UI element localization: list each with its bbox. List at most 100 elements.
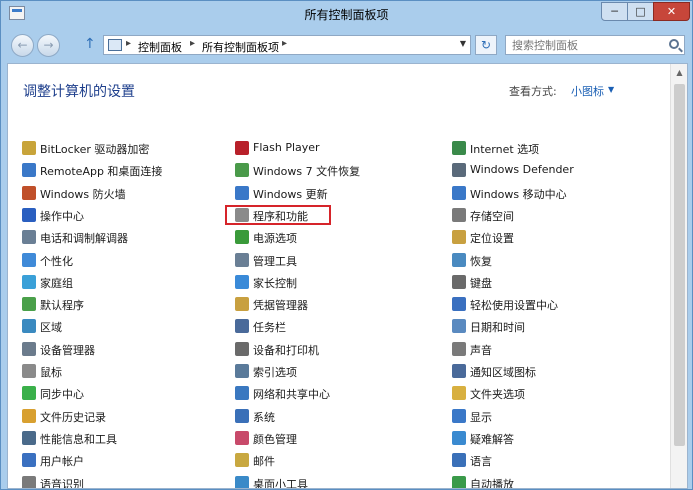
breadcrumb-control-panel[interactable]: 控制面板 (138, 39, 182, 55)
admin-tools-icon (235, 252, 249, 267)
control-panel-item-label: 存储空间 (470, 209, 514, 223)
control-panel-item-label: 显示 (470, 410, 492, 424)
control-panel-item-label: 声音 (470, 343, 492, 357)
control-panel-item-label: RemoteApp 和桌面连接 (40, 165, 163, 179)
search-icon[interactable] (669, 39, 679, 49)
control-panel-item-label: 日期和时间 (470, 321, 525, 335)
search-box[interactable] (505, 35, 685, 55)
flash-player-icon (235, 141, 249, 155)
troubleshooting-icon (452, 430, 466, 445)
title-bar[interactable]: 所有控制面板项 ─ □ ✕ (1, 1, 692, 27)
control-panel-item-label: 语言 (470, 455, 492, 469)
scroll-up-icon[interactable]: ▲ (671, 64, 687, 82)
device-manager-icon (22, 341, 36, 356)
power-options-icon (235, 230, 249, 245)
chevron-down-icon[interactable]: ▼ (608, 85, 614, 94)
address-dropdown-icon[interactable]: ▼ (460, 39, 466, 48)
personalization-icon (22, 252, 36, 267)
window-title: 所有控制面板项 (304, 8, 389, 22)
control-panel-item-label: 凭据管理器 (253, 299, 308, 313)
speech-recognition-icon (22, 475, 36, 488)
back-button[interactable]: ← (11, 34, 34, 57)
firewall-icon (22, 185, 36, 200)
devices-printers-icon (235, 341, 249, 356)
search-input[interactable] (512, 38, 662, 52)
vertical-scrollbar[interactable]: ▲ (670, 64, 687, 488)
control-panel-item-label: Windows Defender (470, 163, 574, 177)
control-panel-item-label: 管理工具 (253, 254, 297, 268)
parental-controls-icon (235, 274, 249, 289)
control-panel-item-label: 鼠标 (40, 366, 62, 379)
control-panel-item-label: 个性化 (40, 254, 73, 268)
user-accounts-icon (22, 453, 36, 468)
control-panel-window: 所有控制面板项 ─ □ ✕ ← → ↑ ▸ 控制面板 ▸ 所有控制面板项 ▸ ▼… (0, 0, 693, 490)
control-panel-item-label: 自动播放 (470, 477, 514, 489)
control-panel-item-label: 键盘 (470, 276, 492, 290)
credential-manager-icon (235, 297, 249, 312)
display-icon (452, 408, 466, 423)
maximize-button[interactable]: □ (627, 2, 654, 21)
breadcrumb-separator-icon[interactable]: ▸ (126, 38, 131, 49)
color-management-icon (235, 430, 249, 445)
control-panel-item-label: 通知区域图标 (470, 366, 536, 379)
view-by-label: 查看方式: (509, 85, 557, 98)
region-icon (22, 319, 36, 334)
control-panel-item-label: 同步中心 (40, 388, 84, 402)
control-panel-item-label: 任务栏 (253, 321, 286, 335)
control-panel-item-label: 颜色管理 (253, 432, 297, 446)
control-panel-item-label: Windows 7 文件恢复 (253, 165, 361, 179)
control-panel-item-label: 文件夹选项 (470, 388, 525, 402)
control-panel-item-label: 系统 (253, 410, 275, 424)
remoteapp-icon (22, 163, 36, 178)
autoplay-icon (452, 475, 466, 488)
control-panel-item-label: 恢复 (470, 254, 492, 268)
refresh-button[interactable]: ↻ (475, 35, 497, 55)
control-panel-item-label: 轻松使用设置中心 (470, 299, 558, 313)
language-icon (452, 453, 466, 468)
file-history-icon (22, 408, 36, 423)
address-bar[interactable]: ▸ 控制面板 ▸ 所有控制面板项 ▸ ▼ (103, 35, 471, 55)
close-button[interactable]: ✕ (653, 2, 690, 21)
homegroup-icon (22, 274, 36, 289)
control-panel-item-label: 电源选项 (253, 232, 297, 246)
bitlocker-icon (22, 141, 36, 155)
control-panel-item-label: Windows 移动中心 (470, 187, 567, 201)
control-panel-item-label: Internet 选项 (470, 143, 540, 156)
mobility-center-icon (452, 185, 466, 200)
control-panel-item-label: Windows 更新 (253, 187, 328, 201)
control-panel-item-label: 设备管理器 (40, 343, 95, 357)
breadcrumb-all-items[interactable]: 所有控制面板项 (202, 39, 279, 55)
breadcrumb-separator-icon[interactable]: ▸ (190, 38, 195, 49)
control-panel-item-label: 用户帐户 (40, 455, 84, 469)
navigation-bar: ← → ↑ ▸ 控制面板 ▸ 所有控制面板项 ▸ ▼ ↻ (1, 29, 692, 61)
page-heading: 调整计算机的设置 (23, 84, 135, 100)
desktop-gadgets-icon (235, 475, 249, 488)
control-panel-item-label: 电话和调制解调器 (40, 232, 128, 246)
control-panel-item-label: 性能信息和工具 (40, 432, 117, 446)
mouse-icon (22, 364, 36, 378)
scroll-thumb[interactable] (674, 84, 685, 446)
breadcrumb-separator-icon[interactable]: ▸ (282, 38, 287, 49)
control-panel-item-label: 桌面小工具 (253, 477, 308, 489)
control-panel-item-label: 疑难解答 (470, 432, 514, 446)
windows-update-icon (235, 185, 249, 200)
control-panel-item-label: Windows 防火墙 (40, 187, 126, 201)
windows-defender-icon (452, 163, 466, 178)
system-icon (235, 408, 249, 423)
control-panel-item-label: BitLocker 驱动器加密 (40, 143, 150, 156)
programs-features-highlight-box (225, 205, 331, 225)
storage-spaces-icon (452, 207, 466, 222)
notification-area-icon (452, 364, 466, 378)
control-panel-item-label: 语音识别 (40, 477, 84, 489)
control-panel-item-label: 家庭组 (40, 276, 73, 290)
minimize-button[interactable]: ─ (601, 2, 628, 21)
control-panel-item-label: 家长控制 (253, 276, 297, 290)
location-settings-icon (452, 230, 466, 245)
ease-of-access-icon (452, 297, 466, 312)
control-panel-item-label: 文件历史记录 (40, 410, 106, 424)
control-panel-item-label: 索引选项 (253, 366, 297, 379)
forward-button[interactable]: → (37, 34, 60, 57)
control-panel-item-label: Flash Player (253, 141, 320, 154)
view-by-dropdown[interactable]: 小图标 (571, 83, 604, 99)
up-arrow-icon[interactable]: ↑ (84, 36, 96, 52)
